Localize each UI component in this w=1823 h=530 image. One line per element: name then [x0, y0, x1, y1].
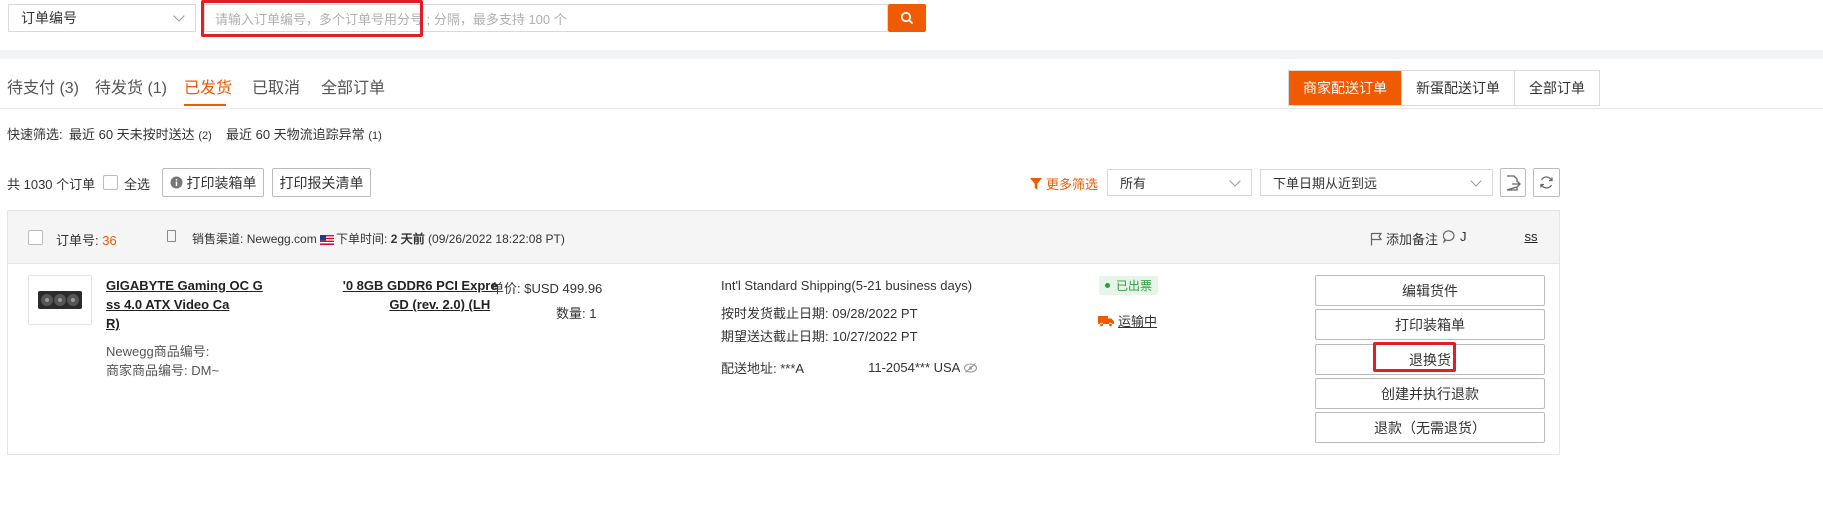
tab-pending-shipment[interactable]: 待发货 (1) — [95, 74, 167, 98]
order-checkbox[interactable] — [28, 230, 43, 245]
truck-icon — [1098, 315, 1114, 327]
invoice-status-label: 已出票 — [1116, 279, 1153, 293]
refund-no-return-button[interactable]: 退款（无需退货） — [1315, 412, 1545, 443]
product-title-line1b: '0 8GB GDDR6 PCI Expre — [342, 278, 498, 293]
sort-select-value: 下单日期从近到远 — [1273, 176, 1378, 191]
product-title-line3: R) — [106, 316, 120, 331]
quick-filter-late-count: (2) — [198, 130, 212, 142]
unit-price: 单价: $USD 499.96 — [491, 281, 603, 296]
tab-shipped[interactable]: 已发货 — [184, 74, 232, 98]
us-flag-icon — [320, 234, 335, 245]
highlight-box-search — [201, 0, 423, 37]
more-filter-link[interactable]: 更多筛选 — [1030, 174, 1098, 193]
quick-filter-tracking-exception[interactable]: 最近 60 天物流追踪异常 (1) — [226, 124, 382, 143]
quick-filter-label: 快速筛选: — [7, 127, 63, 142]
product-title-line2a: ss 4.0 ATX Video Ca — [106, 297, 230, 312]
delivery-newegg[interactable]: 新蛋配送订单 — [1401, 71, 1514, 105]
tab-all-orders[interactable]: 全部订单 — [321, 74, 385, 98]
order-time: 下单时间: 2 天前 (09/26/2022 18:22:08 PT) — [336, 230, 565, 247]
newegg-item-number: Newegg商品编号: — [106, 344, 210, 359]
sales-channel-value: Newegg.com — [246, 232, 317, 246]
section-divider — [0, 50, 1823, 59]
product-title-link[interactable]: GIGABYTE Gaming OC G '0 8GB GDDR6 PCI Exp… — [106, 276, 498, 333]
buyer-name-prefix: J — [1460, 229, 1467, 244]
buyer-name-suffix: ss — [1524, 229, 1538, 244]
quick-filter-late-delivery[interactable]: 最近 60 天未按时送达 (2) — [69, 124, 212, 143]
chevron-down-icon — [1229, 174, 1241, 187]
sales-channel-label: 销售渠道: — [192, 232, 244, 246]
product-title-line2b: GD (rev. 2.0) (LH — [389, 297, 491, 312]
tab-active-underline — [184, 104, 226, 106]
order-time-label: 下单时间: — [336, 232, 388, 246]
order-number-label: 订单号: — [56, 233, 99, 248]
print-packing-label: 打印装箱单 — [186, 174, 257, 191]
product-title-line1a: GIGABYTE Gaming OC G — [106, 278, 263, 293]
sort-select[interactable]: 下单日期从近到远 — [1260, 169, 1493, 196]
add-note-link[interactable]: 添加备注 — [1370, 229, 1438, 248]
search-icon — [900, 11, 914, 25]
status-select-value: 所有 — [1120, 176, 1147, 191]
buyer-message-link[interactable]: J ss — [1443, 229, 1538, 244]
shipping-status-label: 运输中 — [1118, 314, 1158, 329]
order-count: 共 1030 个订单 — [7, 177, 96, 192]
search-button[interactable] — [888, 4, 926, 32]
delivery-merchant[interactable]: 商家配送订单 — [1289, 71, 1401, 105]
delivery-type-switch: 商家配送订单 新蛋配送订单 全部订单 — [1288, 70, 1600, 106]
print-packing-slip-button[interactable]: 打印装箱单 — [1315, 309, 1545, 340]
product-image[interactable] — [28, 275, 92, 325]
refresh-icon — [1540, 176, 1553, 189]
shipping-address-prefix: 配送地址: ***A — [721, 361, 805, 376]
tab-pending-payment[interactable]: 待支付 (3) — [7, 74, 79, 98]
order-number[interactable]: 订单号: 36 — [56, 230, 117, 249]
print-customs-button[interactable]: 打印报关清单 — [272, 168, 371, 197]
chevron-down-icon — [1470, 174, 1482, 187]
select-all-checkbox[interactable] — [103, 175, 118, 190]
shipping-status-link[interactable]: 运输中 — [1098, 311, 1157, 330]
tab-cancelled[interactable]: 已取消 — [252, 74, 300, 98]
search-field-select[interactable]: 订单编号 — [8, 4, 196, 32]
refresh-button[interactable] — [1533, 168, 1560, 197]
quick-filter-tracking-text: 最近 60 天物流追踪异常 — [226, 127, 365, 142]
edit-shipment-button[interactable]: 编辑货件 — [1315, 275, 1545, 306]
print-packing-button[interactable]: 打印装箱单 — [162, 168, 264, 197]
export-button[interactable] — [1500, 168, 1526, 197]
deliver-by-date: 期望送达截止日期: 10/27/2022 PT — [721, 329, 918, 344]
shipping-address: 配送地址: ***A 11-2054*** USA — [721, 358, 978, 377]
chat-icon — [1443, 230, 1455, 243]
tabs-divider — [0, 108, 1823, 109]
status-dot-icon — [1105, 283, 1110, 288]
shipping-service: Int'l Standard Shipping(5-21 business da… — [721, 278, 973, 293]
shipping-address-tail: 11-2054*** USA — [868, 360, 961, 375]
delivery-all[interactable]: 全部订单 — [1514, 71, 1599, 105]
copy-icon[interactable] — [167, 230, 176, 242]
export-icon — [1506, 174, 1521, 191]
ship-by-date: 按时发货截止日期: 09/28/2022 PT — [721, 306, 918, 321]
quantity: 数量: 1 — [556, 306, 597, 321]
status-select[interactable]: 所有 — [1107, 169, 1252, 196]
quick-filter-late-text: 最近 60 天未按时送达 — [69, 127, 195, 142]
order-time-absolute: (09/26/2022 18:22:08 PT) — [428, 232, 565, 246]
flag-icon — [1370, 232, 1383, 245]
highlight-box-return — [1373, 342, 1456, 372]
chevron-down-icon — [173, 10, 185, 22]
print-customs-label: 打印报关清单 — [279, 174, 364, 191]
graphics-card-icon — [38, 291, 82, 309]
create-refund-button[interactable]: 创建并执行退款 — [1315, 378, 1545, 409]
quick-filter-tracking-count: (1) — [368, 130, 382, 142]
filter-icon — [1030, 177, 1042, 189]
search-field-select-value: 订单编号 — [21, 10, 77, 26]
sales-channel: 销售渠道: Newegg.com — [192, 230, 335, 247]
hidden-eye-icon[interactable] — [964, 362, 978, 373]
add-note-label: 添加备注 — [1386, 232, 1439, 247]
order-number-value: 36 — [102, 233, 117, 248]
invoice-status-badge: 已出票 — [1099, 276, 1159, 295]
more-filter-label: 更多筛选 — [1046, 177, 1099, 192]
seller-item-number: 商家商品编号: DM~ — [106, 363, 220, 378]
select-all-label: 全选 — [124, 177, 151, 192]
order-time-relative: 2 天前 — [390, 232, 425, 246]
info-icon — [170, 176, 182, 189]
